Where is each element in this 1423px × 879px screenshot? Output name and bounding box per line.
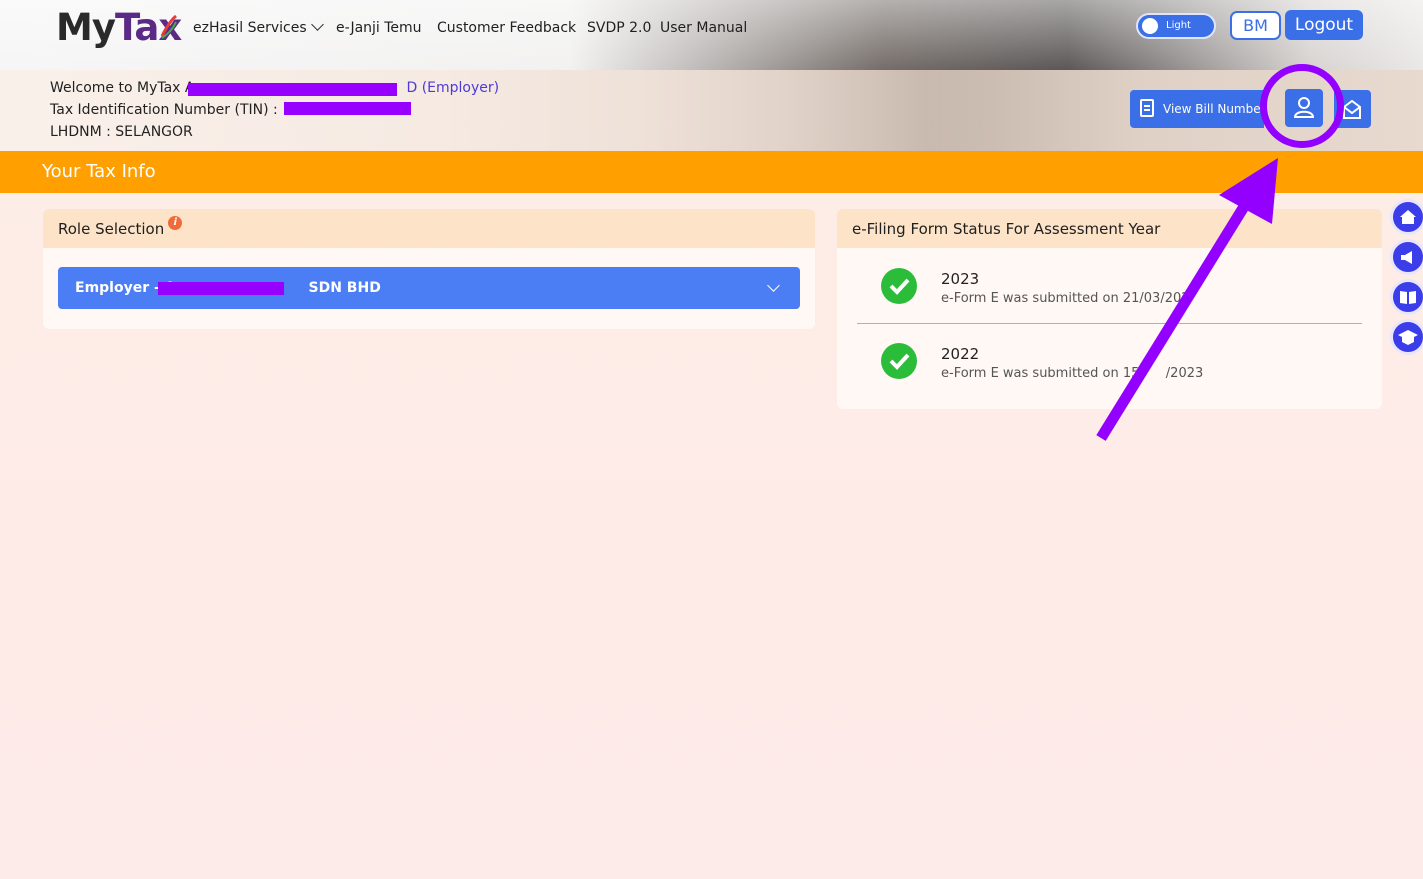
status-row: 2022 e-Form E was submitted on 15/ /2023 bbox=[857, 324, 1362, 392]
assessment-year: 2022 bbox=[941, 345, 980, 363]
info-icon[interactable]: i bbox=[168, 216, 183, 230]
logo-swoosh-icon bbox=[160, 14, 177, 39]
redaction-bar bbox=[284, 102, 411, 115]
theme-toggle[interactable]: Light bbox=[1136, 13, 1216, 39]
section-title: Your Tax Info bbox=[42, 161, 156, 182]
check-circle-icon bbox=[881, 343, 917, 379]
top-navbar: MyTax ezHasil Services e-Janji Temu Cust… bbox=[0, 0, 1423, 70]
efiling-status-header: e-Filing Form Status For Assessment Year bbox=[837, 209, 1382, 248]
welcome-prefix: Welcome to MyTax A bbox=[50, 80, 195, 96]
submission-status: e-Form E was submitted on 15/ /2023 bbox=[941, 366, 1203, 381]
submission-status-text: e-Form E was submitted on 15/ bbox=[941, 366, 1144, 381]
mytax-logo[interactable]: MyTax bbox=[56, 6, 182, 50]
logo-text-my: My bbox=[56, 6, 116, 49]
role-selection-card: Role Selection i Employer - A SDN BHD bbox=[43, 209, 815, 329]
section-bar: Your Tax Info bbox=[0, 151, 1423, 193]
graduation-cap-icon bbox=[1398, 330, 1418, 345]
chevron-down-icon bbox=[767, 279, 780, 292]
toggle-knob bbox=[1142, 18, 1158, 34]
nav-customer-feedback[interactable]: Customer Feedback bbox=[437, 20, 576, 36]
language-bm-button[interactable]: BM bbox=[1230, 11, 1281, 40]
nav-svdp[interactable]: SVDP 2.0 bbox=[587, 20, 651, 36]
book-icon bbox=[1400, 291, 1416, 304]
tin-line: Tax Identification Number (TIN) : bbox=[50, 102, 278, 118]
role-select-suffix: SDN BHD bbox=[308, 280, 381, 296]
theme-toggle-label: Light bbox=[1166, 20, 1191, 31]
annotation-circle bbox=[1260, 64, 1344, 148]
document-icon bbox=[1140, 99, 1154, 117]
submission-status-tail: /2023 bbox=[1165, 366, 1204, 381]
side-announcement-button[interactable] bbox=[1390, 239, 1423, 275]
chevron-down-icon bbox=[310, 18, 324, 31]
view-bill-label: View Bill Number bbox=[1163, 102, 1264, 116]
nav-user-manual[interactable]: User Manual bbox=[660, 20, 747, 36]
view-bill-number-button[interactable]: View Bill Number bbox=[1130, 90, 1264, 128]
lhdnm-branch: LHDNM : SELANGOR bbox=[50, 124, 193, 140]
home-icon bbox=[1400, 210, 1416, 224]
redaction-bar bbox=[188, 83, 397, 96]
side-education-button[interactable] bbox=[1390, 319, 1423, 355]
nav-ezhasil-label: ezHasil Services bbox=[193, 20, 307, 36]
side-guide-button[interactable] bbox=[1390, 279, 1423, 315]
side-home-button[interactable] bbox=[1390, 199, 1423, 235]
role-selection-title: Role Selection bbox=[58, 220, 165, 238]
role-selection-header: Role Selection i bbox=[43, 209, 815, 248]
efiling-status-card: e-Filing Form Status For Assessment Year… bbox=[837, 209, 1382, 409]
assessment-year: 2023 bbox=[941, 270, 980, 288]
logout-button[interactable]: Logout bbox=[1285, 10, 1363, 40]
employer-tag: D (Employer) bbox=[406, 80, 500, 96]
check-circle-icon bbox=[881, 268, 917, 304]
nav-e-janji-temu[interactable]: e-Janji Temu bbox=[336, 20, 422, 36]
redaction-bar bbox=[158, 282, 284, 295]
megaphone-icon bbox=[1401, 251, 1412, 264]
nav-ezhasil-services[interactable]: ezHasil Services bbox=[193, 18, 324, 36]
status-row: 2023 e-Form E was submitted on 21/03/202 bbox=[857, 249, 1362, 317]
submission-status: e-Form E was submitted on 21/03/202 bbox=[941, 291, 1190, 306]
